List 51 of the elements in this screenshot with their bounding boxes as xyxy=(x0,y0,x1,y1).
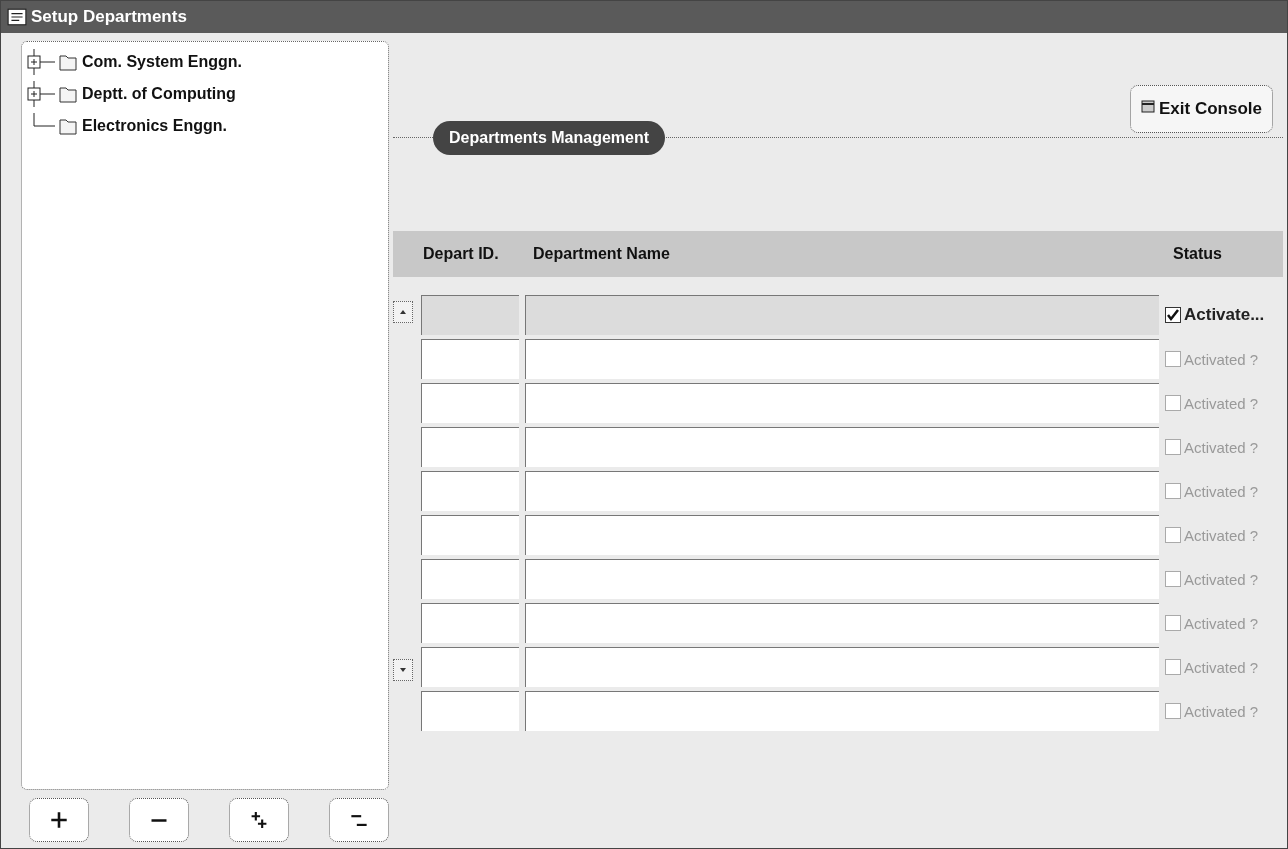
plus-icon xyxy=(50,811,68,829)
expand-box-icon[interactable] xyxy=(27,55,41,69)
tree-line xyxy=(33,48,56,76)
status-label: Activated ? xyxy=(1184,350,1259,368)
name-field[interactable] xyxy=(525,691,1159,731)
collapse-all-button[interactable] xyxy=(329,798,389,842)
name-field[interactable] xyxy=(525,295,1159,335)
window-title: Setup Departments xyxy=(31,7,187,27)
folder-icon xyxy=(58,84,78,104)
scroll-down-button[interactable] xyxy=(393,659,413,681)
id-field[interactable] xyxy=(421,295,519,335)
expand-all-button[interactable] xyxy=(229,798,289,842)
column-header: Depart ID. xyxy=(423,245,500,263)
status-label: Activated ? xyxy=(1184,526,1259,544)
name-field[interactable] xyxy=(525,339,1159,379)
name-field[interactable] xyxy=(525,471,1159,511)
name-field[interactable] xyxy=(525,383,1159,423)
window-icon xyxy=(1141,100,1158,116)
status-label: Activated ? xyxy=(1184,614,1259,632)
status-label: Activated ? xyxy=(1184,482,1259,500)
scroll-up-button[interactable] xyxy=(393,301,413,323)
name-field[interactable] xyxy=(525,603,1159,643)
app-icon xyxy=(7,7,27,27)
minus-icon xyxy=(150,817,168,823)
minus-icon xyxy=(350,814,368,826)
status-label: Activated ? xyxy=(1184,394,1259,412)
status-label: Activated ? xyxy=(1184,438,1259,456)
expand-button[interactable] xyxy=(29,798,89,842)
plus-icon xyxy=(250,811,268,829)
section-title: Departments Management xyxy=(433,121,666,155)
name-field[interactable] xyxy=(525,427,1159,467)
folder-icon xyxy=(58,52,78,72)
tree-line xyxy=(33,112,56,127)
status-label: Activated ? xyxy=(1184,570,1259,588)
status-label: Activated ? xyxy=(1184,702,1259,720)
checkbox[interactable] xyxy=(1165,307,1181,323)
exit-button[interactable]: Exit Console xyxy=(1130,85,1273,133)
folder-icon xyxy=(58,116,78,136)
column-header: Status xyxy=(1173,245,1223,263)
expand-box-icon[interactable] xyxy=(27,87,41,101)
name-field[interactable] xyxy=(525,559,1159,599)
name-field[interactable] xyxy=(525,647,1159,687)
tree-item[interactable]: Com. System Enggn. xyxy=(82,53,243,71)
status-label: Activated ? xyxy=(1184,658,1259,676)
tree-item[interactable]: Electronics Enggn. xyxy=(82,117,227,135)
column-header: Department Name xyxy=(533,245,671,263)
status-label: Activate... xyxy=(1184,305,1265,325)
tree-line xyxy=(33,80,56,108)
tree-item[interactable]: Deptt. of Computing xyxy=(82,85,236,103)
collapse-button[interactable] xyxy=(129,798,189,842)
name-field[interactable] xyxy=(525,515,1159,555)
